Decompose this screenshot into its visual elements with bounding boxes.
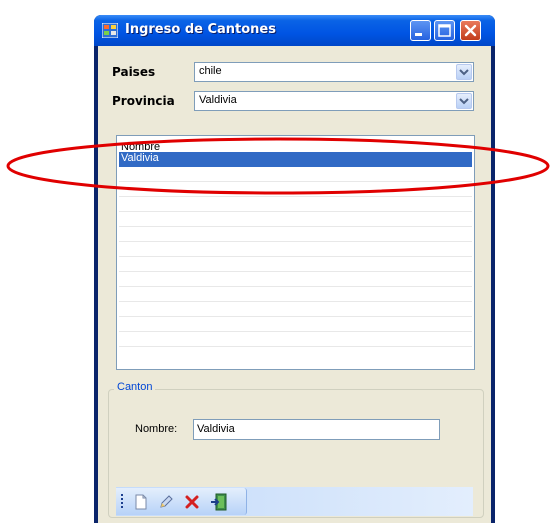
paises-dropdown-button[interactable] <box>456 64 472 80</box>
maximize-icon <box>438 24 451 37</box>
grid-line <box>119 301 472 302</box>
minimize-button[interactable] <box>410 20 431 41</box>
grid-line <box>119 241 472 242</box>
form-client-area: Paises chile Provincia Valdivia Nombre V… <box>98 46 491 523</box>
title-bar[interactable]: Ingreso de Cantones <box>94 15 495 46</box>
grid-line <box>119 346 472 347</box>
table-cell[interactable]: Valdivia <box>121 152 159 164</box>
grid-line <box>119 256 472 257</box>
chevron-down-icon <box>459 98 469 105</box>
table-row[interactable]: Valdivia <box>119 152 472 167</box>
toolbar-grip-handle[interactable] <box>121 494 123 496</box>
grid-line <box>119 286 472 287</box>
maximize-button[interactable] <box>434 20 455 41</box>
grid-line <box>119 181 472 182</box>
provincia-dropdown-button[interactable] <box>456 93 472 109</box>
chevron-down-icon <box>459 69 469 76</box>
cantones-grid[interactable]: Nombre Valdivia <box>116 135 475 370</box>
grid-line <box>119 316 472 317</box>
window-title: Ingreso de Cantones <box>125 22 276 37</box>
delete-x-icon[interactable] <box>183 493 201 511</box>
edit-pencil-icon[interactable] <box>157 493 175 511</box>
paises-label: Paises <box>112 65 156 79</box>
toolbar <box>116 487 473 516</box>
grid-line <box>119 211 472 212</box>
close-button[interactable] <box>460 20 481 41</box>
grid-line <box>119 271 472 272</box>
grid-line <box>119 226 472 227</box>
grid-line <box>119 196 472 197</box>
provincia-value: Valdivia <box>199 94 237 106</box>
exit-door-icon[interactable] <box>209 492 229 512</box>
new-document-icon[interactable] <box>132 493 150 511</box>
provincia-combobox[interactable]: Valdivia <box>194 91 474 111</box>
provincia-label: Provincia <box>112 94 175 108</box>
nombre-field[interactable]: Valdivia <box>193 419 440 440</box>
toolbar-strip <box>116 488 247 515</box>
app-window-icon <box>102 23 118 38</box>
canton-group-legend: Canton <box>114 381 156 393</box>
paises-value: chile <box>199 65 222 77</box>
close-icon <box>464 24 477 37</box>
app-window: Ingreso de Cantones Paises chile Provinc… <box>94 15 495 523</box>
paises-combobox[interactable]: chile <box>194 62 474 82</box>
grid-line <box>119 331 472 332</box>
nombre-label: Nombre: <box>135 423 178 435</box>
minimize-icon <box>415 33 422 36</box>
nombre-value: Valdivia <box>197 423 235 435</box>
